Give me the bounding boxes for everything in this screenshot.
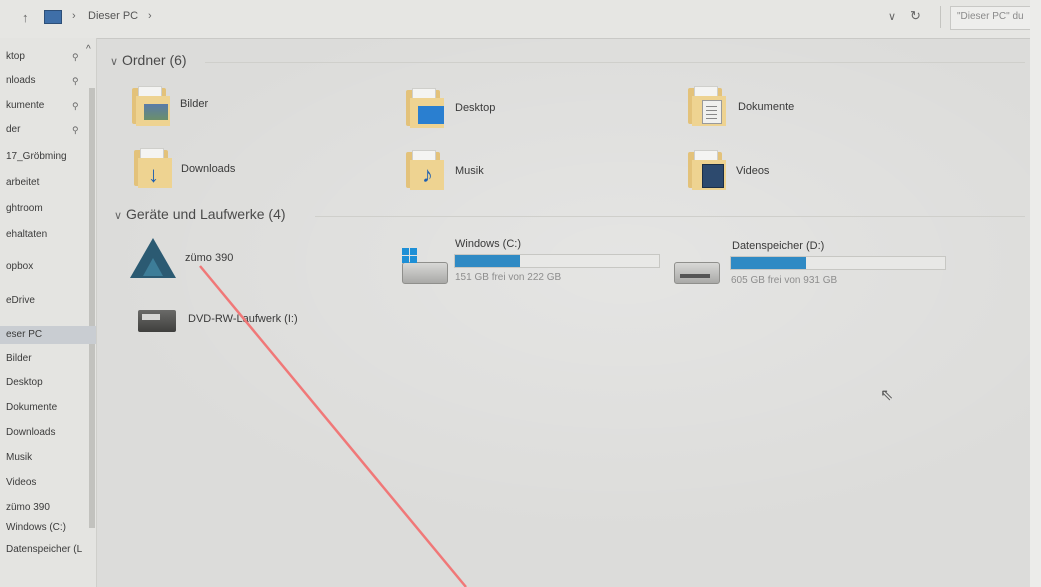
nav-item-label: nloads — [6, 75, 36, 86]
drive-usage-bar — [454, 254, 660, 268]
photo-border — [1030, 0, 1041, 587]
nav-item-label: zümo 390 — [6, 502, 50, 513]
drive-usage-fill — [455, 255, 521, 267]
section-header-folders[interactable]: ∨ Ordner (6) — [110, 52, 187, 68]
documents-folder-icon — [688, 86, 726, 126]
downloads-folder-icon: ↓ — [134, 148, 172, 188]
drive-label: Datenspeicher (D:) — [732, 240, 825, 252]
folder-label: Musik — [455, 165, 484, 177]
nav-item[interactable]: Downloads — [6, 424, 55, 442]
nav-item-label: Musik — [6, 452, 33, 463]
nav-item-label: Bilder — [6, 353, 32, 364]
drive-usage-bar — [730, 256, 946, 270]
nav-item[interactable]: Datenspeicher (L — [6, 541, 82, 559]
chevron-right-icon[interactable]: › — [72, 10, 76, 22]
divider — [315, 216, 1025, 217]
nav-item-label: der — [6, 124, 21, 135]
pin-icon: ⚲ — [72, 125, 79, 135]
mouse-cursor-icon: ⇖ — [880, 387, 894, 404]
nav-item[interactable]: zümo 390 — [6, 499, 50, 517]
scroll-up-icon[interactable]: ^ — [86, 44, 91, 55]
folder-label: Dokumente — [738, 101, 795, 113]
folder-label: Downloads — [181, 163, 236, 175]
breadcrumb-this-pc[interactable]: Dieser PC — [88, 10, 138, 22]
nav-item-label: ehaltaten — [6, 229, 48, 240]
nav-item[interactable]: Videos — [6, 474, 36, 492]
nav-item-label: Datenspeicher (L — [6, 544, 83, 555]
nav-item-label: Dokumente — [6, 402, 58, 413]
nav-item[interactable]: Windows (C:) — [6, 519, 66, 537]
drive-label: DVD-RW-Laufwerk (I:) — [188, 313, 298, 325]
search-placeholder: "Dieser PC" du — [957, 11, 1024, 22]
section-title: Geräte und Laufwerke (4) — [126, 206, 286, 222]
pictures-folder-icon — [132, 86, 170, 126]
nav-item[interactable]: eser PC — [0, 326, 96, 344]
nav-item[interactable]: nloads ⚲ — [6, 72, 79, 90]
nav-item[interactable]: ktop ⚲ — [6, 48, 79, 66]
folder-label: Bilder — [180, 98, 209, 110]
nav-item-label: eser PC — [6, 329, 43, 340]
this-pc-icon — [44, 10, 62, 24]
folder-label: Desktop — [455, 102, 496, 114]
search-input[interactable]: "Dieser PC" du — [950, 6, 1040, 30]
folder-label: Videos — [736, 165, 770, 177]
section-title: Ordner (6) — [122, 52, 187, 68]
nav-item-label: kumente — [6, 100, 45, 111]
refresh-icon[interactable]: ↻ — [910, 8, 921, 24]
nav-item[interactable]: kumente ⚲ — [6, 97, 79, 115]
nav-item[interactable]: ghtroom — [6, 200, 43, 218]
section-header-drives[interactable]: ∨ Geräte und Laufwerke (4) — [114, 206, 286, 222]
nav-item-label: Windows (C:) — [6, 522, 67, 533]
nav-item[interactable]: Musik — [6, 449, 32, 467]
nav-scrollbar[interactable] — [89, 88, 95, 528]
nav-item[interactable]: arbeitet — [6, 174, 39, 192]
nav-item[interactable]: Dokumente — [6, 399, 57, 417]
music-folder-icon: ♪ — [406, 150, 444, 190]
nav-item-label: Videos — [6, 477, 37, 488]
nav-item-label: 17_Gröbming — [6, 151, 67, 162]
hard-drive-icon — [674, 262, 720, 284]
up-arrow-icon[interactable]: ↑ — [22, 10, 29, 25]
garmin-device-icon-inner — [143, 258, 163, 276]
drive-label: zümo 390 — [185, 252, 234, 264]
drive-free-text: 151 GB frei von 222 GB — [455, 272, 562, 283]
windows-logo-icon — [402, 248, 418, 264]
nav-item-label: arbeitet — [6, 177, 40, 188]
drive-free-text: 605 GB frei von 931 GB — [731, 275, 838, 286]
drive-usage-fill — [731, 257, 806, 269]
pin-icon: ⚲ — [72, 101, 79, 111]
divider — [940, 6, 941, 28]
desktop-folder-icon — [406, 88, 444, 128]
nav-item-label: eDrive — [6, 295, 35, 306]
pin-icon: ⚲ — [72, 76, 79, 86]
nav-item-label: opbox — [6, 261, 34, 272]
nav-item[interactable]: opbox — [6, 258, 33, 276]
nav-item[interactable]: eDrive — [6, 292, 35, 310]
nav-item-label: Downloads — [6, 427, 56, 438]
nav-item[interactable]: Desktop — [6, 374, 43, 392]
chevron-down-icon: ∨ — [110, 56, 119, 68]
nav-item-label: ktop — [6, 51, 25, 62]
nav-item[interactable]: der ⚲ — [6, 121, 79, 139]
chevron-right-icon[interactable]: › — [148, 10, 152, 22]
address-bar: ↑ › Dieser PC › ∨ ↻ "Dieser PC" du — [0, 0, 1041, 39]
videos-folder-icon — [688, 150, 726, 190]
drive-slot — [680, 274, 710, 278]
chevron-down-icon: ∨ — [114, 210, 123, 222]
nav-item[interactable]: ehaltaten — [6, 226, 47, 244]
nav-item-label: Desktop — [6, 377, 43, 388]
divider — [205, 62, 1025, 63]
nav-item[interactable]: Bilder — [6, 350, 32, 368]
nav-item-label: ghtroom — [6, 203, 43, 214]
windows-drive-icon — [402, 262, 448, 284]
chevron-down-icon[interactable]: ∨ — [888, 10, 896, 23]
nav-item[interactable]: 17_Gröbming — [6, 148, 67, 166]
pin-icon: ⚲ — [72, 52, 79, 62]
drive-label: Windows (C:) — [455, 238, 522, 250]
dvd-drive-icon — [138, 310, 176, 332]
